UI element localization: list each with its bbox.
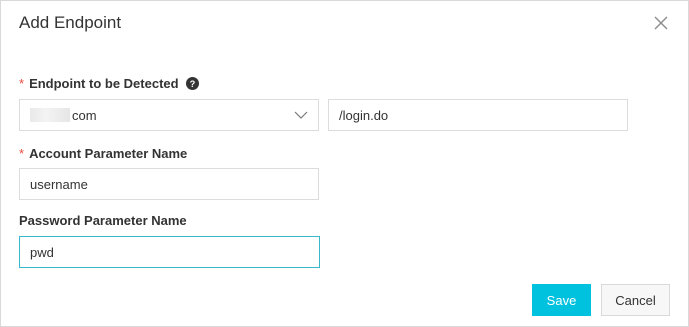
- required-mark: *: [19, 76, 25, 91]
- domain-select[interactable]: com: [19, 99, 319, 131]
- path-input[interactable]: /login.do: [328, 99, 628, 131]
- add-endpoint-dialog: Add Endpoint * Endpoint to be Detected ?…: [0, 0, 689, 327]
- password-label-row: Password Parameter Name: [19, 213, 187, 228]
- svg-text:?: ?: [189, 79, 195, 89]
- path-input-value: /login.do: [339, 107, 389, 123]
- account-parameter-label: Account Parameter Name: [29, 146, 188, 161]
- password-parameter-input[interactable]: pwd: [19, 236, 320, 268]
- domain-select-value: com: [30, 108, 97, 123]
- dialog-title: Add Endpoint: [19, 13, 122, 32]
- account-parameter-value: username: [30, 176, 88, 192]
- required-mark: *: [19, 146, 25, 161]
- close-button[interactable]: [651, 13, 671, 33]
- account-label-row: * Account Parameter Name: [19, 146, 187, 161]
- account-parameter-input[interactable]: username: [19, 168, 319, 200]
- masked-domain: [30, 108, 70, 122]
- password-parameter-label: Password Parameter Name: [19, 213, 187, 228]
- domain-suffix: com: [72, 107, 97, 123]
- cancel-button[interactable]: Cancel: [601, 284, 670, 316]
- question-circle-icon[interactable]: ?: [185, 77, 199, 90]
- endpoint-label-row: * Endpoint to be Detected ?: [19, 76, 199, 91]
- password-parameter-value: pwd: [30, 244, 54, 260]
- save-button[interactable]: Save: [532, 284, 591, 316]
- close-icon: [654, 16, 668, 30]
- endpoint-label: Endpoint to be Detected: [29, 76, 179, 91]
- chevron-down-icon: [294, 111, 308, 119]
